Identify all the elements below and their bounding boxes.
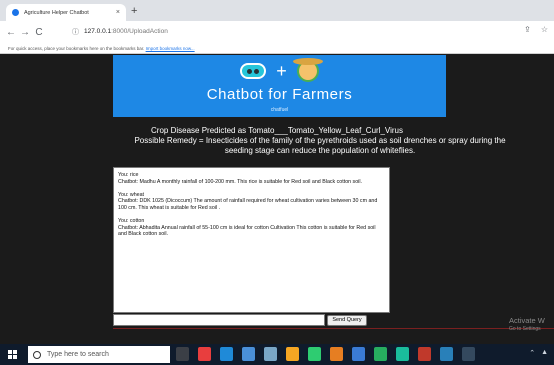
- toolbar-actions: ⇪ ☆: [524, 25, 548, 34]
- robot-icon: [240, 62, 267, 79]
- taskbar-search-box[interactable]: Type here to search: [28, 346, 170, 363]
- banner-brand: chatfuel: [270, 107, 289, 113]
- tab-agriculture-helper[interactable]: Agriculture Helper Chatbot ×: [6, 4, 126, 21]
- taskbar-app-icon[interactable]: [308, 347, 321, 361]
- address-host: 127.0.0.1: [84, 28, 112, 35]
- query-input[interactable]: [113, 314, 325, 326]
- bot-message: Chatbot: Madhu A monthly rainfall of 100…: [118, 178, 362, 185]
- windows-taskbar: Type here to search ⌃ ▲: [0, 344, 554, 365]
- farmer-icon: [292, 57, 323, 82]
- bookmark-star-icon[interactable]: ☆: [541, 25, 548, 34]
- bookmarks-hint: For quick access, place your bookmarks h…: [8, 46, 145, 51]
- taskbar-app-icon[interactable]: [462, 347, 475, 361]
- taskbar-apps: [176, 347, 475, 361]
- banner-headline: Chatbot for Farmers: [206, 86, 353, 103]
- bot-message: Chatbot: Abhadita Annual rainfall of 55-…: [118, 224, 376, 238]
- taskbar-app-icon[interactable]: [396, 347, 409, 361]
- user-message: You: rice: [118, 172, 139, 178]
- browser-toolbar: ← → C ⓘ 127.0.0.1:8000/UploadAction ⇪ ☆: [0, 21, 554, 43]
- taskbar-app-icon[interactable]: [176, 347, 189, 361]
- search-circle-icon: [33, 350, 41, 359]
- divider-line: [113, 328, 554, 329]
- bookmarks-bar: For quick access, place your bookmarks h…: [0, 43, 554, 54]
- share-icon[interactable]: ⇪: [524, 25, 531, 34]
- info-icon[interactable]: ⓘ: [72, 27, 79, 37]
- taskbar-app-icon[interactable]: [242, 347, 255, 361]
- chatbot-banner: + Chatbot for Farmers chatfuel: [113, 55, 446, 117]
- tray-chevron-icon[interactable]: ⌃: [529, 349, 535, 357]
- disease-prediction: Crop Disease Predicted as Tomato___Tomat…: [151, 126, 403, 135]
- back-icon[interactable]: ←: [4, 27, 18, 38]
- page-content: + Chatbot for Farmers chatfuel Crop Dise…: [0, 55, 554, 344]
- taskbar-app-icon[interactable]: [440, 347, 453, 361]
- user-message: You: wheat: [118, 191, 145, 198]
- send-query-button[interactable]: Send Query: [327, 315, 367, 326]
- import-bookmarks-link[interactable]: Import bookmarks now...: [146, 46, 195, 51]
- tab-title: Agriculture Helper Chatbot: [24, 9, 89, 16]
- taskbar-app-icon[interactable]: [198, 347, 211, 361]
- reload-icon[interactable]: C: [32, 27, 46, 38]
- bot-message: Chatbot: DDK 1025 (Dicoccum) The amount …: [118, 198, 378, 211]
- address-bar[interactable]: ⓘ 127.0.0.1:8000/UploadAction: [72, 24, 522, 39]
- chat-entry: You: rice Chatbot: Madhu A monthly rainf…: [118, 172, 385, 185]
- taskbar-app-icon[interactable]: [352, 347, 365, 361]
- globe-icon: [12, 9, 19, 16]
- watermark-subtitle: Go to Settings: [509, 326, 541, 332]
- address-path: :8000/UploadAction: [111, 28, 168, 35]
- taskbar-app-icon[interactable]: [330, 347, 343, 361]
- taskbar-app-icon[interactable]: [374, 347, 387, 361]
- user-message: You: cotton: [118, 217, 145, 224]
- tray-notification-icon[interactable]: ▲: [541, 349, 548, 357]
- possible-remedy: Possible Remedy = Insecticides of the fa…: [134, 136, 506, 155]
- taskbar-app-icon[interactable]: [286, 347, 299, 361]
- tab-close-icon[interactable]: ×: [116, 9, 120, 16]
- plus-sign: +: [276, 60, 287, 81]
- taskbar-app-icon[interactable]: [220, 347, 233, 361]
- taskbar-app-icon[interactable]: [418, 347, 431, 361]
- forward-icon[interactable]: →: [18, 27, 32, 38]
- windows-start-icon[interactable]: [8, 350, 17, 359]
- banner-icons: +: [113, 57, 446, 82]
- chat-entry: You: cotton Chatbot: Abhadita Annual rai…: [118, 218, 385, 238]
- activate-windows-watermark: Activate W Go to Settings: [509, 316, 545, 333]
- new-tab-icon[interactable]: +: [131, 4, 137, 18]
- chat-entry: You: wheat Chatbot: DDK 1025 (Dicoccum) …: [118, 192, 385, 212]
- watermark-title: Activate W: [509, 316, 545, 325]
- system-tray: ⌃ ▲: [529, 349, 548, 357]
- tab-strip: Agriculture Helper Chatbot × +: [0, 0, 554, 21]
- chat-log[interactable]: You: rice Chatbot: Madhu A monthly rainf…: [113, 167, 390, 313]
- taskbar-app-icon[interactable]: [264, 347, 277, 361]
- taskbar-search-placeholder: Type here to search: [47, 351, 109, 358]
